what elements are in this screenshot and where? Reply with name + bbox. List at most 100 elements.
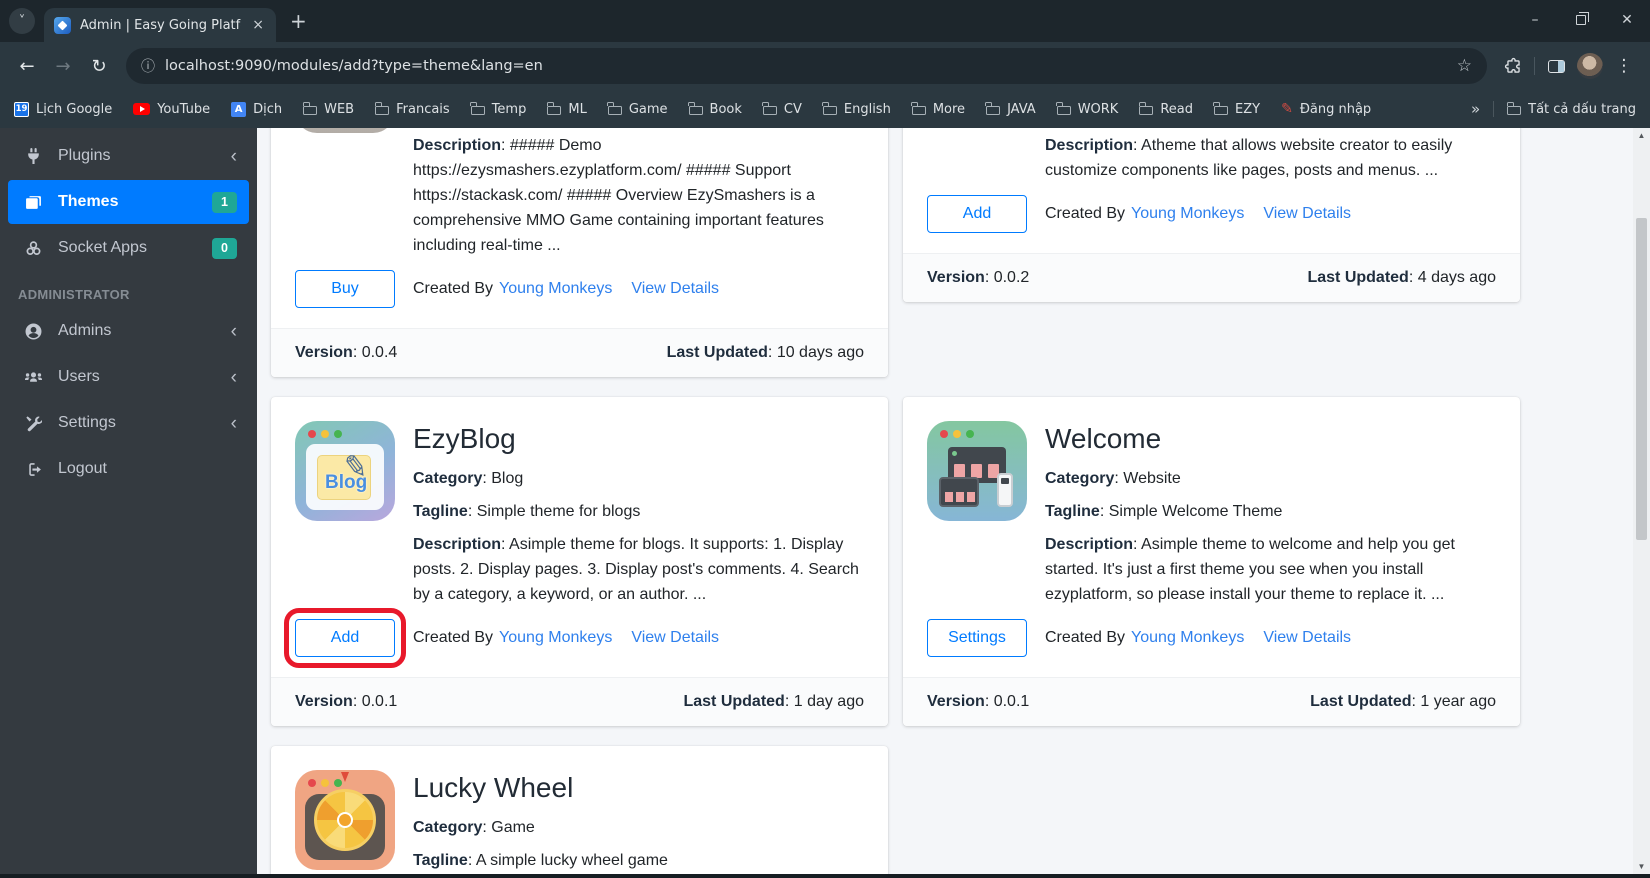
puzzle-icon [1504,57,1523,76]
chevron-left-icon: ‹ [231,368,237,387]
bookmark-folder-temp[interactable]: Temp [471,102,527,117]
bookmark-folder-francais[interactable]: Francais [375,102,450,117]
sidebar-item-logout[interactable]: Logout [8,447,249,491]
theme-title: Lucky Wheel [413,770,864,806]
theme-card-partial-left: Description: ##### Demo https://ezysmash… [271,128,888,377]
socket-apps-count-badge: 0 [212,238,237,259]
bookmark-youtube[interactable]: YouTube [133,102,210,117]
author-link[interactable]: Young Monkeys [499,280,612,298]
socket-apps-icon [22,240,44,257]
scroll-up-icon[interactable]: ▲ [1638,128,1646,143]
profile-button[interactable] [1574,50,1606,82]
reload-button[interactable]: ↻ [82,49,116,83]
window-bottom-edge [0,874,1650,878]
sidebar-item-themes[interactable]: Themes 1 [8,180,249,224]
bookmark-folder-ezy[interactable]: EZY [1214,102,1260,117]
add-theme-button[interactable]: Add [927,195,1027,233]
category-value: Blog [491,470,523,487]
window-controls: – ✕ [1512,0,1650,40]
avatar [1577,53,1603,79]
view-details-link[interactable]: View Details [631,280,719,298]
version-value: 0.0.1 [994,693,1030,710]
sidebar-item-users[interactable]: Users ‹ [8,355,249,399]
bookmark-dang-nhap[interactable]: ✎Đăng nhập [1281,101,1371,117]
author-link[interactable]: Young Monkeys [1131,205,1244,223]
sidebar-item-plugins[interactable]: Plugins ‹ [8,134,249,178]
created-by-label: Created By [413,629,493,647]
theme-icon-partial [295,128,395,133]
restore-icon [1576,15,1586,25]
toolbar-divider [1534,57,1535,75]
bookmark-folder-java[interactable]: JAVA [986,102,1036,117]
bookmark-folder-book[interactable]: Book [689,102,742,117]
bookmark-lich-google[interactable]: 19Lịch Google [14,102,112,117]
view-details-link[interactable]: View Details [1263,629,1351,647]
author-link[interactable]: Young Monkeys [1131,629,1244,647]
back-button[interactable]: ← [10,49,44,83]
last-updated-value: 4 days ago [1418,269,1496,286]
logout-icon [22,461,44,478]
address-bar[interactable]: ⓘ localhost:9090/modules/add?type=theme&… [126,48,1487,84]
view-details-link[interactable]: View Details [1263,205,1351,223]
bookmark-star-icon[interactable]: ☆ [1457,56,1472,76]
sidebar-item-socket-apps[interactable]: Socket Apps 0 [8,226,249,270]
youtube-icon [133,103,150,115]
tab-search-button[interactable]: ˅ [9,8,35,34]
page-scrollbar[interactable]: ▲ ▼ [1633,128,1650,874]
add-theme-button-highlighted[interactable]: Add [295,619,395,657]
tagline-value: Simple theme for blogs [477,503,641,520]
new-tab-button[interactable]: + [290,11,307,31]
created-by-label: Created By [413,280,493,298]
view-details-link[interactable]: View Details [631,629,719,647]
description-label: Description [1045,536,1133,553]
tab-title: Admin | Easy Going Platform [80,18,241,33]
bookmark-folder-read[interactable]: Read [1139,102,1193,117]
chevron-left-icon: ‹ [231,147,237,166]
bookmark-folder-web[interactable]: WEB [303,102,354,117]
site-favicon-icon [54,17,71,34]
last-updated-value: 10 days ago [777,344,864,361]
scrollbar-thumb[interactable] [1636,218,1647,540]
bookmark-folder-game[interactable]: Game [608,102,668,117]
forward-button[interactable]: → [46,49,80,83]
ezyblog-theme-icon: Blog✎ [295,421,395,521]
bookmark-folder-english[interactable]: English [823,102,891,117]
card-footer: Version: 0.0.4 Last Updated: 10 days ago [271,328,888,377]
close-window-button[interactable]: ✕ [1604,0,1650,40]
bookmark-folder-more[interactable]: More [912,102,965,117]
scroll-down-icon[interactable]: ▼ [1638,859,1646,874]
settings-theme-button[interactable]: Settings [927,619,1027,657]
minimize-button[interactable]: – [1512,0,1558,40]
version-label: Version [927,693,985,710]
site-info-icon[interactable]: ⓘ [141,56,155,76]
all-bookmarks-button[interactable]: Tất cả dấu trang [1507,102,1636,117]
bookmark-folder-cv[interactable]: CV [763,102,802,117]
folder-icon [547,106,561,115]
sidebar-item-settings[interactable]: Settings ‹ [8,401,249,445]
bookmarks-overflow-button[interactable]: » [1471,100,1480,118]
last-updated-label: Last Updated [683,693,784,710]
category-label: Category [413,470,482,487]
category-label: Category [1045,470,1114,487]
users-icon [22,369,44,386]
author-link[interactable]: Young Monkeys [499,629,612,647]
restore-button[interactable] [1558,0,1604,40]
bookmark-folder-ml[interactable]: ML [547,102,586,117]
bookmark-folder-work[interactable]: WORK [1057,102,1119,117]
sidebar-item-admins[interactable]: Admins ‹ [8,309,249,353]
tab-close-icon[interactable]: × [250,17,266,33]
extensions-button[interactable] [1497,50,1529,82]
tagline-value: Simple Welcome Theme [1109,503,1283,520]
browser-tab[interactable]: Admin | Easy Going Platform × [44,8,276,42]
sidebar-section-administrator: ADMINISTRATOR [18,287,257,302]
bookmarks-divider [1493,101,1494,117]
tagline-label: Tagline [413,503,468,520]
menu-button[interactable]: ⋮ [1608,50,1640,82]
buy-theme-button[interactable]: Buy [295,270,395,308]
bookmark-dich[interactable]: ADịch [231,102,282,117]
url-text[interactable]: localhost:9090/modules/add?type=theme&la… [165,58,1447,74]
side-panel-button[interactable] [1540,50,1572,82]
pen-icon: ✎ [1281,101,1293,117]
folder-icon [823,106,837,115]
description-label: Description [413,137,501,154]
